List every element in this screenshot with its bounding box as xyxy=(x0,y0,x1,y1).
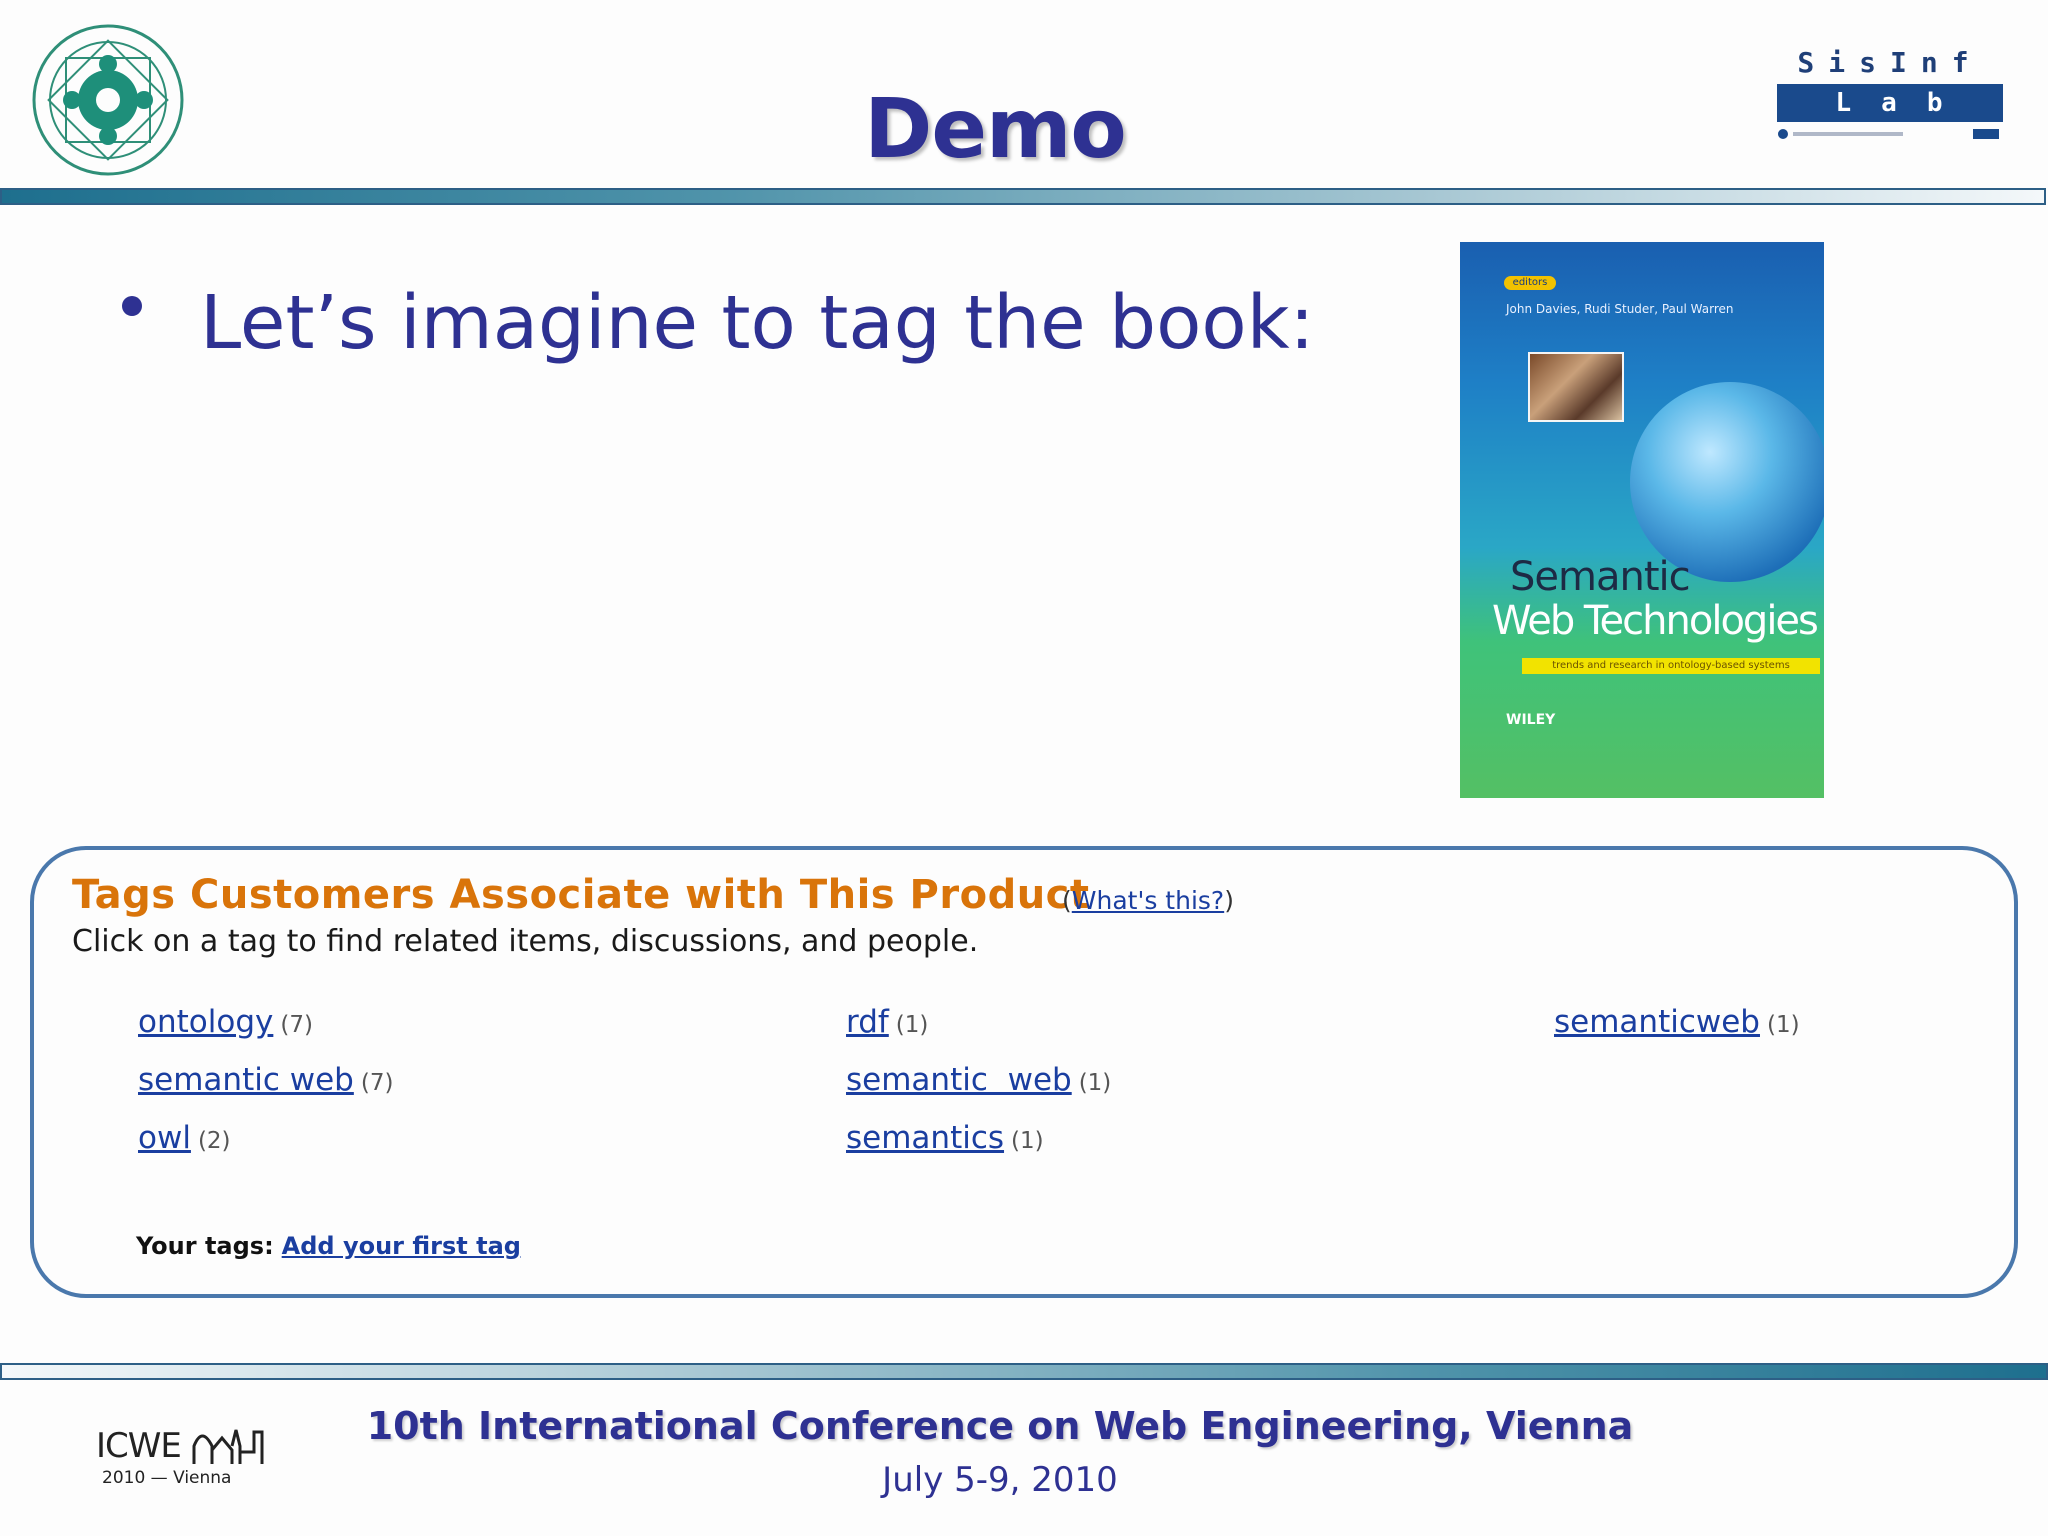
tag-link-owl[interactable]: owl xyxy=(138,1120,191,1156)
lab-logo-subline xyxy=(1778,129,1999,139)
tags-instruction: Click on a tag to find related items, di… xyxy=(72,924,979,959)
bullet-dot xyxy=(122,296,142,316)
lab-logo-box-text: Lab xyxy=(1777,84,2003,122)
your-tags-row: Your tags: Add your first tag xyxy=(136,1232,521,1260)
conference-title: 10th International Conference on Web Eng… xyxy=(366,1404,1634,1448)
lab-logo-top-text: SisInf xyxy=(1797,46,1983,79)
tag-item: semanticweb (1) xyxy=(1554,1004,1800,1040)
tag-item: rdf (1) xyxy=(846,1004,928,1040)
whats-this-open-paren: ( xyxy=(1062,886,1072,915)
book-publisher: WILEY xyxy=(1506,712,1556,728)
book-editors-label: editors xyxy=(1512,277,1548,288)
header-divider-bar xyxy=(0,188,2046,205)
tag-item: semantics (1) xyxy=(846,1120,1044,1156)
tag-link-semantic-double-space-web[interactable]: semantic web xyxy=(846,1062,1072,1098)
your-tags-label: Your tags: xyxy=(136,1232,274,1260)
add-first-tag-link[interactable]: Add your first tag xyxy=(282,1232,521,1260)
tag-count: (1) xyxy=(1078,1070,1112,1096)
book-cover-image: editors John Davies, Rudi Studer, Paul W… xyxy=(1460,242,1824,798)
tag-item: semantic web (7) xyxy=(138,1062,393,1098)
tags-heading: Tags Customers Associate with This Produ… xyxy=(72,872,1090,918)
book-authors: John Davies, Rudi Studer, Paul Warren xyxy=(1506,302,1734,316)
book-cover-photo xyxy=(1528,352,1624,422)
whats-this-close-paren: ) xyxy=(1224,886,1234,915)
footer-divider-bar xyxy=(0,1363,2048,1380)
tag-link-semantic-web[interactable]: semantic web xyxy=(138,1062,354,1098)
tag-link-semanticweb[interactable]: semanticweb xyxy=(1554,1004,1760,1040)
tag-item: ontology (7) xyxy=(138,1004,313,1040)
tag-count: (1) xyxy=(1766,1012,1800,1038)
tag-count: (7) xyxy=(280,1012,313,1038)
whats-this-link[interactable]: What's this? xyxy=(1072,886,1224,915)
book-title-line1: Semantic xyxy=(1510,554,1691,600)
sisinf-lab-logo-icon: SisInf Lab xyxy=(1775,46,2005,146)
tag-count: (1) xyxy=(1011,1128,1044,1154)
conference-dates: July 5-9, 2010 xyxy=(882,1460,1118,1500)
tag-link-rdf[interactable]: rdf xyxy=(846,1004,889,1040)
tag-link-ontology[interactable]: ontology xyxy=(138,1004,273,1040)
bullet-text: Let’s imagine to tag the book: xyxy=(200,280,1315,366)
tag-count: (2) xyxy=(197,1128,231,1154)
book-globe-graphic xyxy=(1630,382,1824,582)
book-title-line2: Web Technologies xyxy=(1492,598,1819,644)
tag-count: (7) xyxy=(360,1070,394,1096)
slide-title: Demo xyxy=(864,82,1126,177)
tag-item: owl (2) xyxy=(138,1120,231,1156)
tag-link-semantics[interactable]: semantics xyxy=(846,1120,1004,1156)
tag-count: (1) xyxy=(895,1012,929,1038)
book-subtitle: trends and research in ontology-based sy… xyxy=(1552,660,1790,671)
whats-this-container: (What's this?) xyxy=(1062,886,1234,915)
tag-item: semantic web (1) xyxy=(846,1062,1111,1098)
